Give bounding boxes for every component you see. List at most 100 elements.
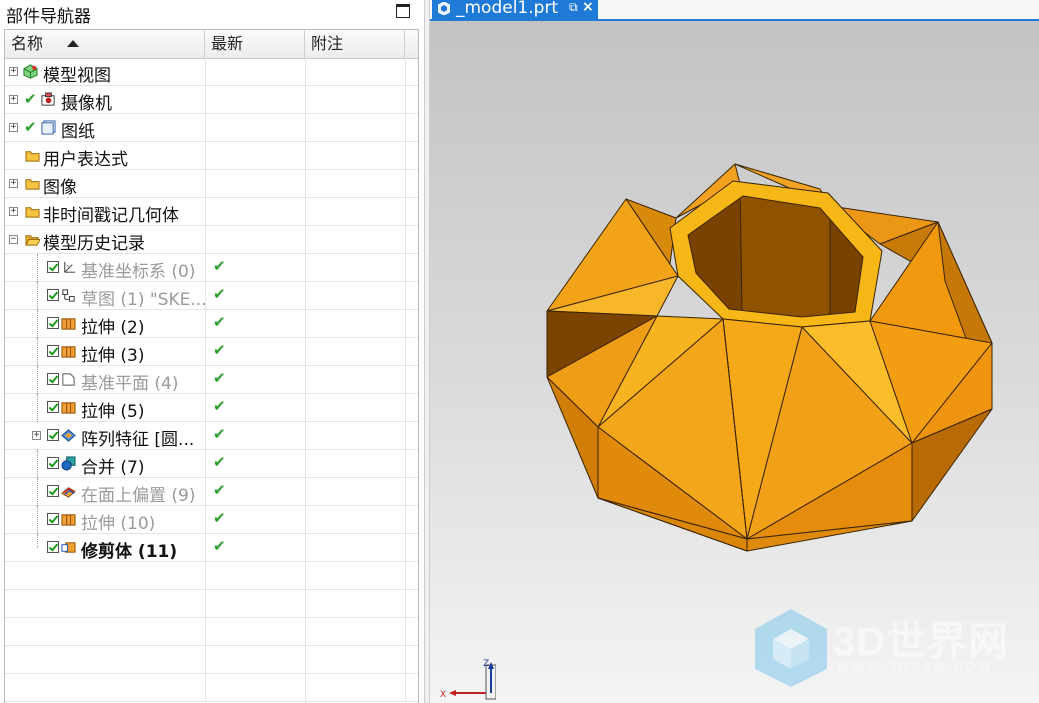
expand-icon[interactable]: + <box>9 123 18 132</box>
tree-node-images[interactable]: + 图像 <box>5 170 418 198</box>
feature-label: 草图 (1) "SKE... <box>81 290 205 310</box>
feature-row-datum-csys[interactable]: 基准坐标系 (0) ✔ <box>5 254 418 282</box>
part-model-3d[interactable] <box>430 21 1039 703</box>
latest-check-icon: ✔ <box>213 397 226 415</box>
folder-open-icon <box>25 235 40 246</box>
model-views-icon <box>23 64 38 79</box>
latest-check-icon: ✔ <box>213 481 226 499</box>
feature-row-unite[interactable]: 合并 (7) ✔ <box>5 450 418 478</box>
column-header-name[interactable]: 名称 <box>5 30 205 58</box>
tree-rows: + 模型视图 + ✔ 摄像机 + ✔ 图纸 用户表达式 + 图像 + 非时间戳记… <box>5 58 418 702</box>
feature-row-offset-in-face[interactable]: 在面上偏置 (9) ✔ <box>5 478 418 506</box>
extrude-icon <box>61 514 76 526</box>
feature-row-extrude-3[interactable]: 拉伸 (3) ✔ <box>5 338 418 366</box>
maximize-icon[interactable] <box>396 4 410 18</box>
feature-checkbox[interactable] <box>47 485 59 497</box>
visible-check-icon: ✔ <box>24 118 37 136</box>
tree-node-drawings[interactable]: + ✔ 图纸 <box>5 114 418 142</box>
feature-label: 拉伸 (2) <box>81 318 145 338</box>
tree-node-model-views[interactable]: + 模型视图 <box>5 58 418 86</box>
latest-check-icon: ✔ <box>213 341 226 359</box>
feature-checkbox[interactable] <box>47 261 59 273</box>
part-navigator-panel: 部件导航器 名称 最新 附注 + 模型视图 + ✔ 摄像机 + ✔ 图纸 用户表… <box>0 0 424 703</box>
feature-label: 阵列特征 [圆... <box>81 430 195 450</box>
feature-checkbox[interactable] <box>47 429 59 441</box>
feature-checkbox[interactable] <box>47 541 59 553</box>
unite-icon <box>61 456 76 471</box>
navigator-titlebar: 部件导航器 <box>0 0 424 27</box>
feature-label: 在面上偏置 (9) <box>81 486 196 506</box>
latest-check-icon: ✔ <box>213 453 226 471</box>
latest-check-icon: ✔ <box>213 509 226 527</box>
latest-check-icon: ✔ <box>213 425 226 443</box>
close-icon[interactable]: × <box>582 0 594 15</box>
collapse-icon[interactable]: − <box>9 235 18 244</box>
feature-row-extrude-2[interactable]: 拉伸 (2) ✔ <box>5 310 418 338</box>
expand-icon[interactable]: + <box>9 179 18 188</box>
expand-icon[interactable]: + <box>9 67 18 76</box>
feature-label: 基准平面 (4) <box>81 374 179 394</box>
extrude-icon <box>61 346 76 358</box>
feature-row-datum-plane[interactable]: 基准平面 (4) ✔ <box>5 366 418 394</box>
column-header-latest[interactable]: 最新 <box>205 30 305 58</box>
feature-checkbox[interactable] <box>47 513 59 525</box>
empty-row <box>5 562 418 590</box>
document-tab[interactable]: _model1.prt ⧉ × <box>432 0 598 19</box>
float-window-icon[interactable]: ⧉ <box>569 0 578 15</box>
folder-icon <box>25 151 40 162</box>
folder-icon <box>25 179 40 190</box>
watermark-cube-logo-icon <box>755 609 827 687</box>
tree-node-user-expressions[interactable]: 用户表达式 <box>5 142 418 170</box>
tree-node-label: 模型历史记录 <box>43 234 145 254</box>
graphics-viewport[interactable]: Z X 3D世界网 WWW.3DSJW.COM <box>430 21 1039 703</box>
feature-label: 拉伸 (5) <box>81 402 145 422</box>
document-tab-strip: _model1.prt ⧉ × <box>430 0 1039 21</box>
graphics-window: _model1.prt ⧉ × Z X 3D世界网 WWW.3DSJW.COM <box>430 0 1039 703</box>
datum-plane-icon <box>62 373 75 386</box>
tree-node-label: 用户表达式 <box>43 150 128 170</box>
watermark-url: WWW.3DSJW.COM <box>837 659 993 674</box>
column-header-row: 名称 最新 附注 <box>5 30 418 59</box>
tree-node-model-history[interactable]: − 模型历史记录 <box>5 226 418 254</box>
feature-label: 拉伸 (10) <box>81 514 156 534</box>
navigator-tree-table: 名称 最新 附注 + 模型视图 + ✔ 摄像机 + ✔ 图纸 用户表达式 + 图… <box>4 29 419 703</box>
feature-row-trim-body[interactable]: 修剪体 (11) ✔ <box>5 534 418 562</box>
column-header-note[interactable]: 附注 <box>305 30 405 58</box>
latest-check-icon: ✔ <box>213 369 226 387</box>
feature-label: 合并 (7) <box>81 458 145 478</box>
document-tab-label: _model1.prt <box>456 0 559 18</box>
feature-row-sketch[interactable]: 草图 (1) "SKE... ✔ <box>5 282 418 310</box>
triad-z-label: Z <box>483 659 489 669</box>
visible-check-icon: ✔ <box>24 90 37 108</box>
feature-checkbox[interactable] <box>47 317 59 329</box>
sort-ascending-icon <box>67 40 79 47</box>
empty-row <box>5 674 418 702</box>
expand-icon[interactable]: + <box>9 207 18 216</box>
expand-icon[interactable]: + <box>32 431 41 440</box>
latest-check-icon: ✔ <box>213 257 226 275</box>
expand-icon[interactable]: + <box>9 95 18 104</box>
feature-checkbox[interactable] <box>47 345 59 357</box>
latest-check-icon: ✔ <box>213 313 226 331</box>
navigator-title: 部件导航器 <box>6 7 91 27</box>
feature-row-extrude-10[interactable]: 拉伸 (10) ✔ <box>5 506 418 534</box>
feature-checkbox[interactable] <box>47 401 59 413</box>
tree-node-non-timestamp-geometry[interactable]: + 非时间戳记几何体 <box>5 198 418 226</box>
empty-row <box>5 590 418 618</box>
folder-icon <box>25 207 40 218</box>
sketch-icon <box>62 289 75 302</box>
watermark: 3D世界网 WWW.3DSJW.COM <box>753 607 1023 697</box>
column-header-name-label: 名称 <box>11 34 44 53</box>
feature-row-pattern[interactable]: + 阵列特征 [圆... ✔ <box>5 422 418 450</box>
latest-check-icon: ✔ <box>213 285 226 303</box>
tree-node-cameras[interactable]: + ✔ 摄像机 <box>5 86 418 114</box>
feature-checkbox[interactable] <box>47 457 59 469</box>
feature-label: 基准坐标系 (0) <box>81 262 196 282</box>
feature-checkbox[interactable] <box>47 373 59 385</box>
column-header-latest-label: 最新 <box>211 34 244 53</box>
tree-node-label: 图像 <box>43 178 77 198</box>
feature-row-extrude-5[interactable]: 拉伸 (5) ✔ <box>5 394 418 422</box>
feature-checkbox[interactable] <box>47 289 59 301</box>
view-triad[interactable]: Z X <box>436 657 496 703</box>
latest-check-icon: ✔ <box>213 537 226 555</box>
